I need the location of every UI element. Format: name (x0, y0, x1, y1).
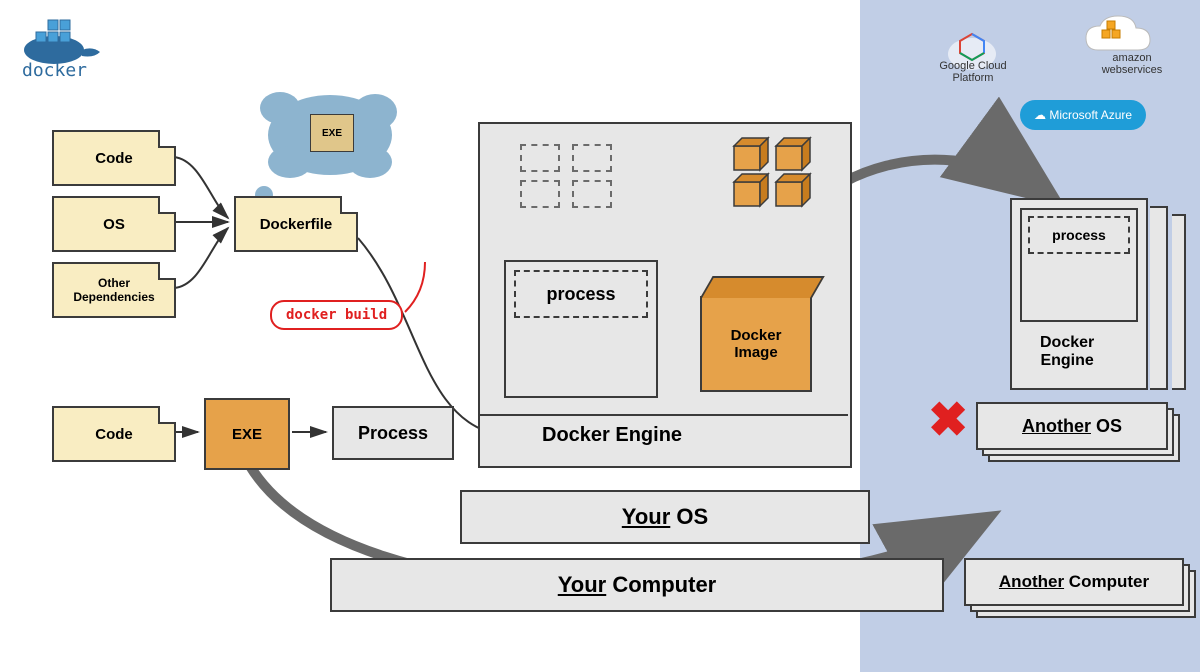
mini-cubes (726, 136, 836, 216)
remote-process-inner: process (1028, 216, 1130, 254)
another-computer-bar: Another Computer (964, 558, 1184, 606)
doc-code2: Code (52, 406, 176, 462)
slot-2 (572, 144, 612, 172)
process-inner: process (514, 270, 648, 318)
docker-image: Docker Image (700, 296, 812, 392)
remote-engine-label: Docker Engine (1040, 334, 1094, 370)
your-computer-bar: Your Computer (330, 558, 944, 612)
aws-logo: amazon webservices (1082, 52, 1182, 76)
doc-code: Code (52, 130, 176, 186)
red-x-icon: ✖ (928, 392, 968, 448)
another-os-bar: Another OS (976, 402, 1168, 450)
doc-dockerfile: Dockerfile (234, 196, 358, 252)
azure-logo: ☁ Microsoft Azure (1020, 100, 1146, 130)
process-box: Process (332, 406, 454, 460)
exe-thought: EXE (310, 114, 354, 152)
dockerfile-label: Dockerfile (260, 216, 333, 233)
docker-engine-label: Docker Engine (542, 424, 682, 447)
docker-logo-text: docker (22, 60, 87, 81)
doc-os: OS (52, 196, 176, 252)
cmd-build: docker build (270, 300, 403, 330)
doc-code-label: Code (95, 150, 133, 167)
diagram-stage: docker Code OS Other Dependencies Docker… (0, 0, 1200, 672)
slot-1 (520, 144, 560, 172)
exe-box: EXE (204, 398, 290, 470)
doc-deps-label: Other Dependencies (73, 276, 154, 304)
slot-3 (520, 180, 560, 208)
your-os-bar: Your OS (460, 490, 870, 544)
slot-4 (572, 180, 612, 208)
gcp-logo: Google Cloud Platform (930, 60, 1016, 84)
doc-os-label: OS (103, 216, 125, 233)
doc-deps: Other Dependencies (52, 262, 176, 318)
